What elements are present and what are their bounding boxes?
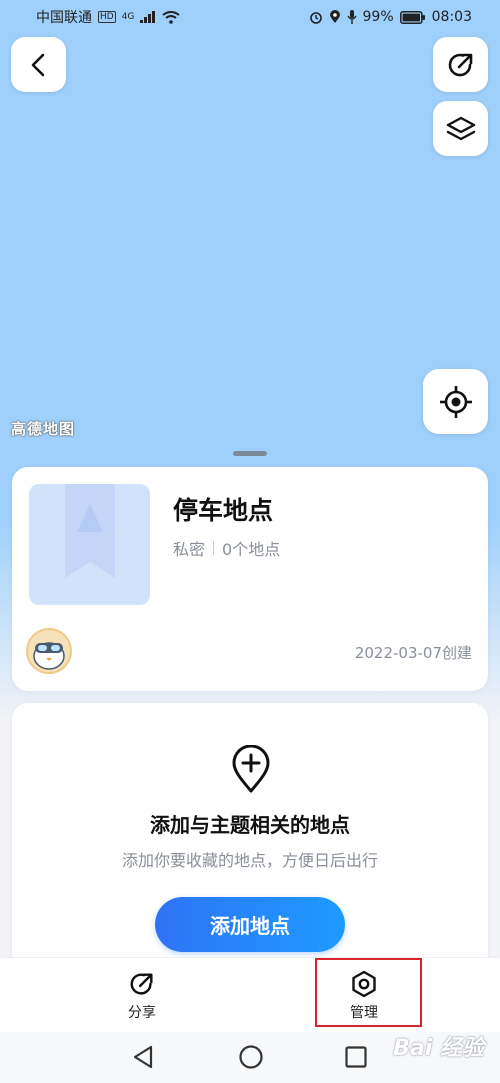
- chevron-left-icon: [31, 53, 44, 76]
- created-date: 2022-03-07创建: [354, 644, 472, 662]
- crosshair-icon: [439, 385, 472, 418]
- layers-icon: [446, 116, 475, 140]
- empty-state-card: 添加与主题相关的地点 添加你要收藏的地点，方便日后出行 添加地点: [12, 703, 488, 973]
- empty-state-title: 添加与主题相关的地点: [150, 813, 350, 837]
- place-count: 0个地点: [222, 540, 281, 559]
- status-right: 99% 08:03: [309, 9, 472, 25]
- mic-icon: [346, 10, 357, 24]
- watermark: Bai 经验: [393, 1036, 484, 1061]
- bookmark-placeholder-icon: [65, 484, 115, 578]
- alarm-icon: [309, 12, 322, 24]
- nav-recents-icon[interactable]: [344, 1044, 368, 1070]
- nav-back-icon[interactable]: [131, 1044, 155, 1070]
- empty-state-subtitle: 添加你要收藏的地点，方便日后出行: [121, 851, 378, 870]
- nav-home-icon[interactable]: [238, 1044, 264, 1070]
- battery-icon: [399, 10, 425, 24]
- map-provider-logo: 高德地图: [11, 420, 76, 438]
- privacy-label: 私密: [173, 540, 206, 559]
- share-arrow-icon: [130, 972, 153, 995]
- share-label: 分享: [128, 1004, 156, 1021]
- clock: 08:03: [431, 9, 472, 25]
- status-bar: 中国联通 HD 4G 99% 08:03: [0, 0, 500, 34]
- sheet-drag-handle[interactable]: [233, 451, 267, 456]
- hd-badge: HD: [98, 11, 116, 23]
- locate-button[interactable]: [423, 369, 488, 434]
- network-type: 4G: [121, 12, 135, 22]
- location-icon: [329, 10, 340, 23]
- add-place-button[interactable]: 添加地点: [155, 897, 345, 952]
- wifi-icon: [162, 10, 181, 24]
- add-location-pin-icon: [232, 745, 270, 793]
- penguin-avatar-icon: [33, 642, 65, 670]
- bottom-action-bar: 分享 管理: [0, 957, 500, 1033]
- avatar[interactable]: [26, 628, 72, 674]
- carrier-name: 中国联通: [36, 10, 92, 26]
- list-meta: 私密 0个地点: [173, 536, 280, 560]
- battery-percent: 99%: [362, 9, 394, 25]
- meta-divider: [213, 541, 215, 555]
- map-share-button[interactable]: [433, 37, 488, 92]
- status-left: 中国联通 HD 4G: [36, 7, 181, 27]
- share-arrow-icon: [448, 53, 472, 76]
- share-button[interactable]: 分享: [82, 958, 202, 1033]
- list-cover-image: [29, 484, 150, 605]
- layers-button[interactable]: [433, 101, 488, 156]
- back-button[interactable]: [11, 37, 66, 92]
- favorite-list-card: 停车地点 私密 0个地点 2022-03-07创建: [12, 467, 488, 691]
- signal-icon: [140, 11, 156, 23]
- list-title: 停车地点: [173, 496, 274, 525]
- manage-highlight-box: [315, 958, 422, 1027]
